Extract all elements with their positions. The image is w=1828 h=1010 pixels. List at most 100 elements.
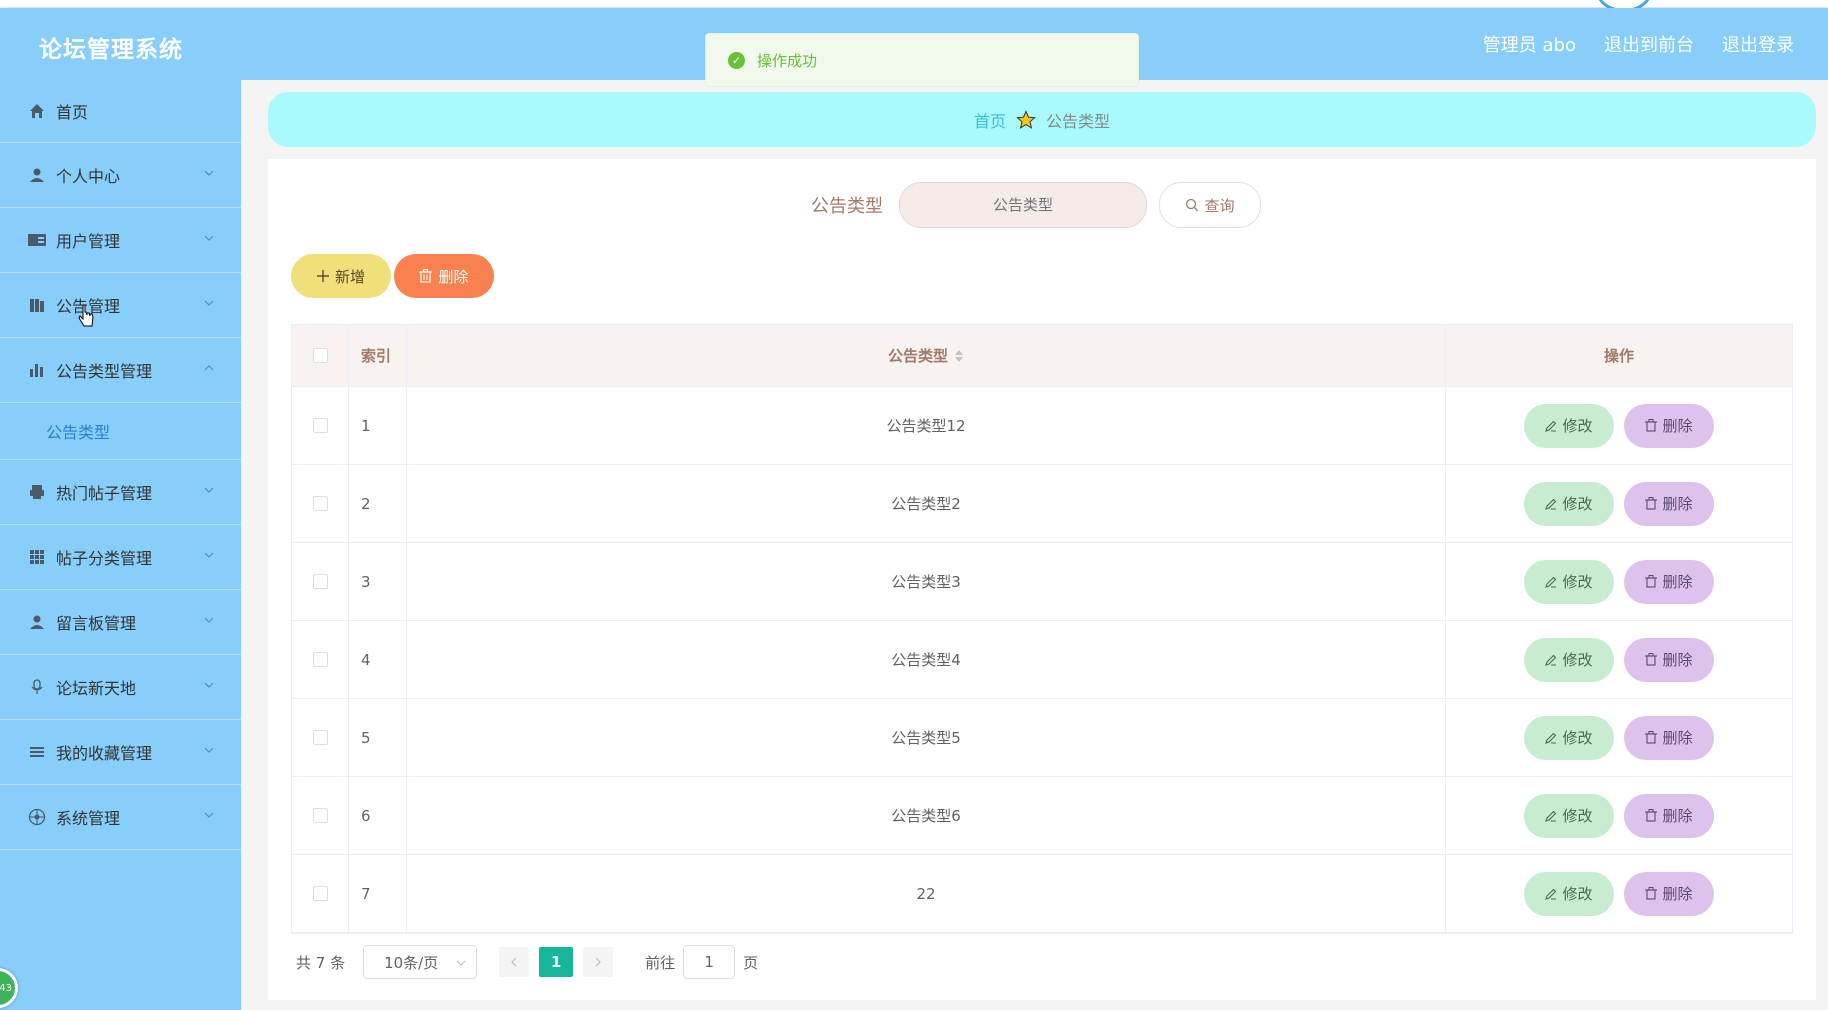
search-label: 公告类型 — [811, 196, 883, 217]
sidebar-item-user-management[interactable]: 用户管理 — [0, 208, 241, 273]
next-page-button[interactable] — [583, 947, 614, 977]
pencil-icon — [1545, 576, 1557, 588]
admin-label[interactable]: 管理员 abo — [1483, 31, 1576, 57]
row-checkbox[interactable] — [312, 574, 328, 589]
chevron-down-icon — [204, 747, 214, 753]
row-checkbox[interactable] — [312, 886, 328, 901]
table-header-row: 索引 公告类型 操作 — [292, 325, 1792, 387]
table-row: 5 公告类型5 修改 删除 — [292, 699, 1792, 777]
goto-suffix: 页 — [743, 953, 759, 972]
edit-label: 修改 — [1562, 807, 1593, 825]
sidebar-item-system-management[interactable]: 系统管理 — [0, 785, 241, 850]
delete-button[interactable]: 删除 — [1624, 637, 1714, 682]
header-type[interactable]: 公告类型 — [407, 325, 1446, 386]
search-icon — [1186, 198, 1199, 212]
sidebar-item-notice-management[interactable]: 公告管理 — [0, 273, 241, 338]
floating-assistant-badge[interactable]: 43 — [0, 968, 18, 1008]
printer-icon — [28, 483, 46, 501]
page-number-current[interactable]: 1 — [539, 947, 574, 977]
browser-top-strip — [0, 0, 1828, 12]
table-row: 3 公告类型3 修改 删除 — [292, 543, 1792, 621]
sidebar-item-message-board[interactable]: 留言板管理 — [0, 590, 241, 655]
row-type: 22 — [407, 855, 1446, 932]
row-checkbox[interactable] — [312, 808, 328, 823]
delete-button[interactable]: 删除 — [1624, 403, 1714, 448]
sidebar-item-label: 公告类型管理 — [56, 362, 153, 381]
table-row: 7 22 修改 删除 — [292, 855, 1792, 933]
row-index: 3 — [349, 543, 407, 620]
header-nav: 管理员 abo 退出到前台 退出登录 — [1483, 31, 1794, 57]
row-checkbox[interactable] — [312, 730, 328, 745]
row-check-cell — [292, 387, 349, 464]
goto-prefix: 前往 — [645, 953, 676, 972]
breadcrumb-home[interactable]: 首页 — [974, 108, 1006, 132]
row-checkbox[interactable] — [312, 496, 328, 511]
logout-link[interactable]: 退出登录 — [1722, 31, 1794, 57]
row-checkbox[interactable] — [312, 418, 328, 433]
edit-label: 修改 — [1562, 573, 1593, 591]
sidebar-item-my-favorites[interactable]: 我的收藏管理 — [0, 720, 241, 785]
bar-chart-icon — [28, 361, 46, 379]
search-button[interactable]: 查询 — [1159, 182, 1261, 228]
edit-label: 修改 — [1562, 651, 1593, 669]
edit-button[interactable]: 修改 — [1524, 715, 1614, 760]
mic-icon — [28, 678, 46, 696]
sidebar-subitem-notice-type[interactable]: 公告类型 — [0, 403, 241, 460]
star-icon — [1016, 109, 1036, 129]
row-checkbox[interactable] — [312, 652, 328, 667]
sidebar-item-post-category[interactable]: 帖子分类管理 — [0, 525, 241, 590]
delete-button[interactable]: 删除 — [1624, 793, 1714, 838]
goto-page-input[interactable] — [683, 945, 736, 979]
sidebar-item-notice-type-management[interactable]: 公告类型管理 — [0, 338, 241, 403]
sidebar-item-label: 帖子分类管理 — [56, 549, 153, 568]
chevron-down-icon — [204, 617, 214, 623]
notice-type-search-input[interactable] — [899, 182, 1147, 228]
sidebar-item-home[interactable]: 首页 — [0, 80, 241, 143]
batch-delete-button[interactable]: 删除 — [394, 254, 494, 298]
page-size-select[interactable]: 10条/页 — [363, 945, 478, 979]
delete-label: 删除 — [1662, 573, 1693, 591]
edit-button[interactable]: 修改 — [1524, 403, 1614, 448]
table-row: 6 公告类型6 修改 删除 — [292, 777, 1792, 855]
row-index: 6 — [349, 777, 407, 854]
edit-button[interactable]: 修改 — [1524, 637, 1614, 682]
edit-button[interactable]: 修改 — [1524, 559, 1614, 604]
add-button[interactable]: 新增 — [291, 254, 391, 298]
page-size-value: 10条/页 — [384, 953, 439, 972]
delete-button[interactable]: 删除 — [1624, 715, 1714, 760]
select-all-checkbox[interactable] — [312, 348, 328, 363]
pagination: 共 7 条 10条/页 1 前往 页 — [296, 945, 758, 979]
row-check-cell — [292, 699, 349, 776]
row-ops: 修改 删除 — [1446, 621, 1792, 698]
row-check-cell — [292, 777, 349, 854]
sidebar-item-personal-center[interactable]: 个人中心 — [0, 143, 241, 208]
edit-button[interactable]: 修改 — [1524, 481, 1614, 526]
delete-button[interactable]: 删除 — [1624, 481, 1714, 526]
row-check-cell — [292, 855, 349, 932]
sidebar-item-label: 热门帖子管理 — [56, 484, 153, 503]
search-button-label: 查询 — [1204, 196, 1235, 215]
mouse-cursor-icon — [78, 304, 94, 327]
edit-button[interactable]: 修改 — [1524, 871, 1614, 916]
row-check-cell — [292, 465, 349, 542]
trash-icon — [1645, 653, 1658, 666]
sidebar-item-hot-posts[interactable]: 热门帖子管理 — [0, 460, 241, 525]
user-icon — [28, 166, 46, 184]
sidebar-item-forum-new-world[interactable]: 论坛新天地 — [0, 655, 241, 720]
sidebar-item-label: 留言板管理 — [56, 614, 137, 633]
chevron-down-icon — [456, 960, 466, 966]
chevron-up-icon — [204, 365, 214, 371]
header-index: 索引 — [349, 325, 407, 386]
prev-page-button[interactable] — [499, 947, 530, 977]
sidebar-item-label: 系统管理 — [56, 809, 121, 828]
sort-icon[interactable] — [954, 349, 964, 363]
table-row: 4 公告类型4 修改 删除 — [292, 621, 1792, 699]
exit-to-front-link[interactable]: 退出到前台 — [1604, 31, 1694, 57]
header-check-cell — [292, 325, 349, 386]
edit-button[interactable]: 修改 — [1524, 793, 1614, 838]
delete-label: 删除 — [1662, 807, 1693, 825]
delete-button[interactable]: 删除 — [1624, 871, 1714, 916]
table-row: 2 公告类型2 修改 删除 — [292, 465, 1792, 543]
trash-icon — [1645, 575, 1658, 588]
delete-button[interactable]: 删除 — [1624, 559, 1714, 604]
